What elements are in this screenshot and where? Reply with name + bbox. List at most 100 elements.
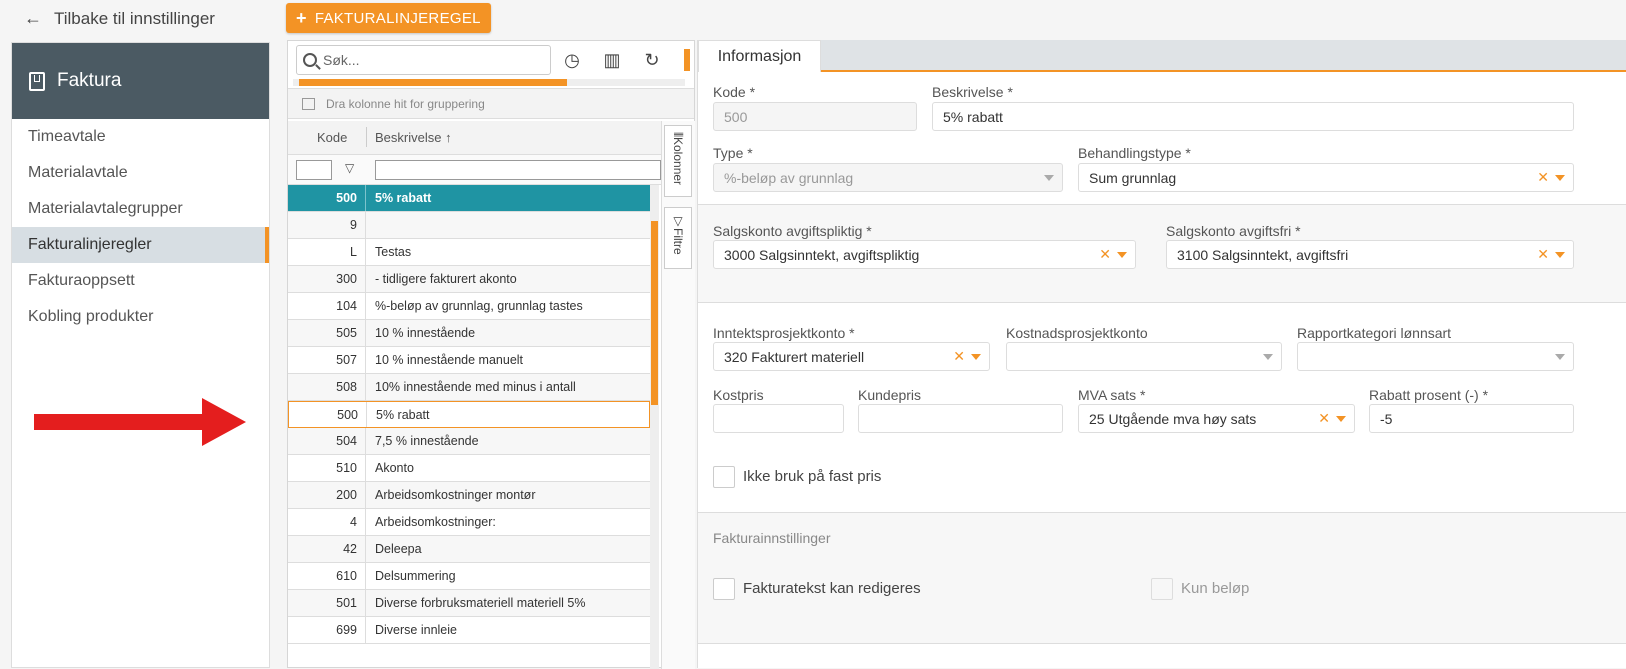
amount-only-checkbox	[1151, 578, 1173, 600]
chevron-down-icon[interactable]	[1117, 252, 1127, 258]
processing-type-label: Behandlingstype *	[1078, 145, 1191, 161]
table-row[interactable]: L Testas	[288, 239, 650, 266]
table-row[interactable]: 610 Delsummering	[288, 563, 650, 590]
search-placeholder: Søk...	[323, 52, 360, 68]
type-select: %-beløp av grunnlag	[713, 163, 1063, 192]
horizontal-scrollbar[interactable]	[293, 79, 685, 86]
row-code: 699	[288, 617, 366, 643]
fixed-price-checkbox[interactable]	[713, 466, 735, 488]
row-description: 10% innestående med minus i antall	[375, 380, 576, 394]
table-row[interactable]: 505 10 % innestående	[288, 320, 650, 347]
table-row[interactable]: 104 %-beløp av grunnlag, grunnlag tastes	[288, 293, 650, 320]
cost-price-label: Kostpris	[713, 387, 764, 403]
cost-price-field[interactable]	[713, 404, 844, 433]
row-description: %-beløp av grunnlag, grunnlag tastes	[375, 299, 583, 313]
chevron-down-icon	[1044, 175, 1054, 181]
sidebar-header: Faktura	[12, 43, 269, 119]
column-header-code[interactable]: Kode	[317, 130, 347, 145]
invoice-text-editable-label: Fakturatekst kan redigeres	[743, 580, 921, 597]
back-link[interactable]: ← Tilbake til innstillinger	[24, 8, 215, 29]
clear-icon[interactable]: ✕	[1537, 169, 1549, 186]
filters-tab[interactable]: ▽ Filtre	[664, 207, 692, 269]
sales-account-exempt-select[interactable]: 3100 Salgsinntekt, avgiftsfri ✕	[1166, 240, 1574, 269]
add-button-label: FAKTURALINJEREGEL	[314, 9, 481, 27]
row-description: Diverse forbruksmateriell materiell 5%	[375, 596, 586, 610]
income-project-account-select[interactable]: 320 Fakturert materiell ✕	[713, 342, 990, 371]
filter-row: ▽	[288, 155, 661, 185]
table-row[interactable]: 200 Arbeidsomkostninger montør	[288, 482, 650, 509]
filter-icon[interactable]: ▽	[345, 161, 354, 175]
column-separator	[366, 127, 367, 147]
clear-icon[interactable]: ✕	[1318, 410, 1330, 427]
code-filter-input[interactable]	[296, 160, 332, 180]
sales-account-exempt-label: Salgskonto avgiftsfri *	[1166, 223, 1301, 239]
table-row[interactable]: 300 - tidligere fakturert akonto	[288, 266, 650, 293]
table-row[interactable]: 9	[288, 212, 650, 239]
sidebar-title: Faktura	[57, 70, 122, 91]
table-row[interactable]: 4 Arbeidsomkostninger:	[288, 509, 650, 536]
add-invoice-line-rule-button[interactable]: + FAKTURALINJEREGEL	[286, 3, 491, 33]
invoice-text-editable-checkbox[interactable]	[713, 578, 735, 600]
table-row[interactable]: 500 5% rabatt	[288, 401, 650, 428]
processing-type-select[interactable]: Sum grunnlag ✕	[1078, 163, 1574, 192]
sidebar-item-2[interactable]: Materialavtalegrupper	[12, 191, 269, 227]
scrollbar-thumb[interactable]	[651, 221, 658, 405]
vat-rate-select[interactable]: 25 Utgående mva høy sats ✕	[1078, 404, 1355, 433]
row-code: 505	[288, 320, 366, 346]
group-hint: Dra kolonne hit for gruppering	[326, 96, 485, 111]
scrollbar-thumb[interactable]	[299, 79, 567, 86]
refresh-icon[interactable]: ↻	[640, 49, 664, 71]
arrow-left-icon: ←	[24, 8, 42, 28]
sales-account-taxable-select[interactable]: 3000 Salgsinntekt, avgiftspliktig ✕	[713, 240, 1136, 269]
report-category-select[interactable]	[1297, 342, 1574, 371]
sidebar-item-0[interactable]: Timeavtale	[12, 119, 269, 155]
sidebar-item-5[interactable]: Kobling produkter	[12, 299, 269, 335]
description-filter-input[interactable]	[375, 160, 661, 180]
clear-icon[interactable]: ✕	[953, 348, 965, 365]
table-row[interactable]: 501 Diverse forbruksmateriell materiell 5…	[288, 590, 650, 617]
table-row[interactable]: 500 5% rabatt	[288, 185, 650, 212]
cost-project-account-select[interactable]	[1006, 342, 1282, 371]
processing-type-value: Sum grunnlag	[1089, 169, 1177, 186]
chevron-down-icon[interactable]	[1555, 354, 1565, 360]
sidebar-item-4[interactable]: Fakturaoppsett	[12, 263, 269, 299]
row-description: Arbeidsomkostninger:	[375, 515, 496, 529]
row-description: Testas	[375, 245, 412, 259]
report-category-label: Rapportkategori lønnsart	[1297, 325, 1452, 341]
chevron-down-icon[interactable]	[1555, 175, 1565, 181]
group-by-dropzone[interactable]: Dra kolonne hit for gruppering	[288, 88, 694, 119]
row-code: 9	[288, 212, 366, 238]
columns-tab[interactable]: ⫴ Kolonner	[664, 125, 692, 197]
tab-information[interactable]: Informasjon	[698, 40, 821, 72]
chevron-down-icon[interactable]	[1336, 416, 1346, 422]
sidebar-item-1[interactable]: Materialavtale	[12, 155, 269, 191]
chevron-down-icon[interactable]	[971, 354, 981, 360]
row-code: 42	[288, 536, 366, 562]
row-description: Delsummering	[375, 569, 456, 583]
clear-icon[interactable]: ✕	[1099, 246, 1111, 263]
description-field[interactable]: 5% rabatt	[932, 102, 1574, 131]
columns-icon[interactable]: ▥	[600, 49, 624, 71]
table-row[interactable]: 507 10 % innestående manuelt	[288, 347, 650, 374]
description-label: Beskrivelse *	[932, 84, 1013, 100]
discount-percent-field[interactable]: -5	[1369, 404, 1574, 433]
history-icon[interactable]: ◷	[560, 49, 584, 71]
chevron-down-icon[interactable]	[1263, 354, 1273, 360]
table-row[interactable]: 699 Diverse innleie	[288, 617, 650, 644]
search-input[interactable]: Søk...	[296, 45, 551, 75]
table-row[interactable]: 504 7,5 % innestående	[288, 428, 650, 455]
vertical-scrollbar[interactable]	[650, 185, 659, 669]
income-project-account-label: Inntektsprosjektkonto *	[713, 325, 855, 341]
column-header-description[interactable]: Beskrivelse ↑	[375, 130, 452, 145]
row-description: 5% rabatt	[376, 407, 430, 422]
table-row[interactable]: 510 Akonto	[288, 455, 650, 482]
row-description: 5% rabatt	[375, 191, 432, 205]
clear-icon[interactable]: ✕	[1537, 246, 1549, 263]
customer-price-field[interactable]	[858, 404, 1063, 433]
table-row[interactable]: 42 Deleepa	[288, 536, 650, 563]
table-row[interactable]: 508 10% innestående med minus i antall	[288, 374, 650, 401]
sidebar-item-3[interactable]: Fakturalinjeregler	[12, 227, 269, 263]
chevron-down-icon[interactable]	[1555, 252, 1565, 258]
discount-percent-label: Rabatt prosent (-) *	[1369, 387, 1489, 403]
cost-project-account-label: Kostnadsprosjektkonto	[1006, 325, 1148, 341]
